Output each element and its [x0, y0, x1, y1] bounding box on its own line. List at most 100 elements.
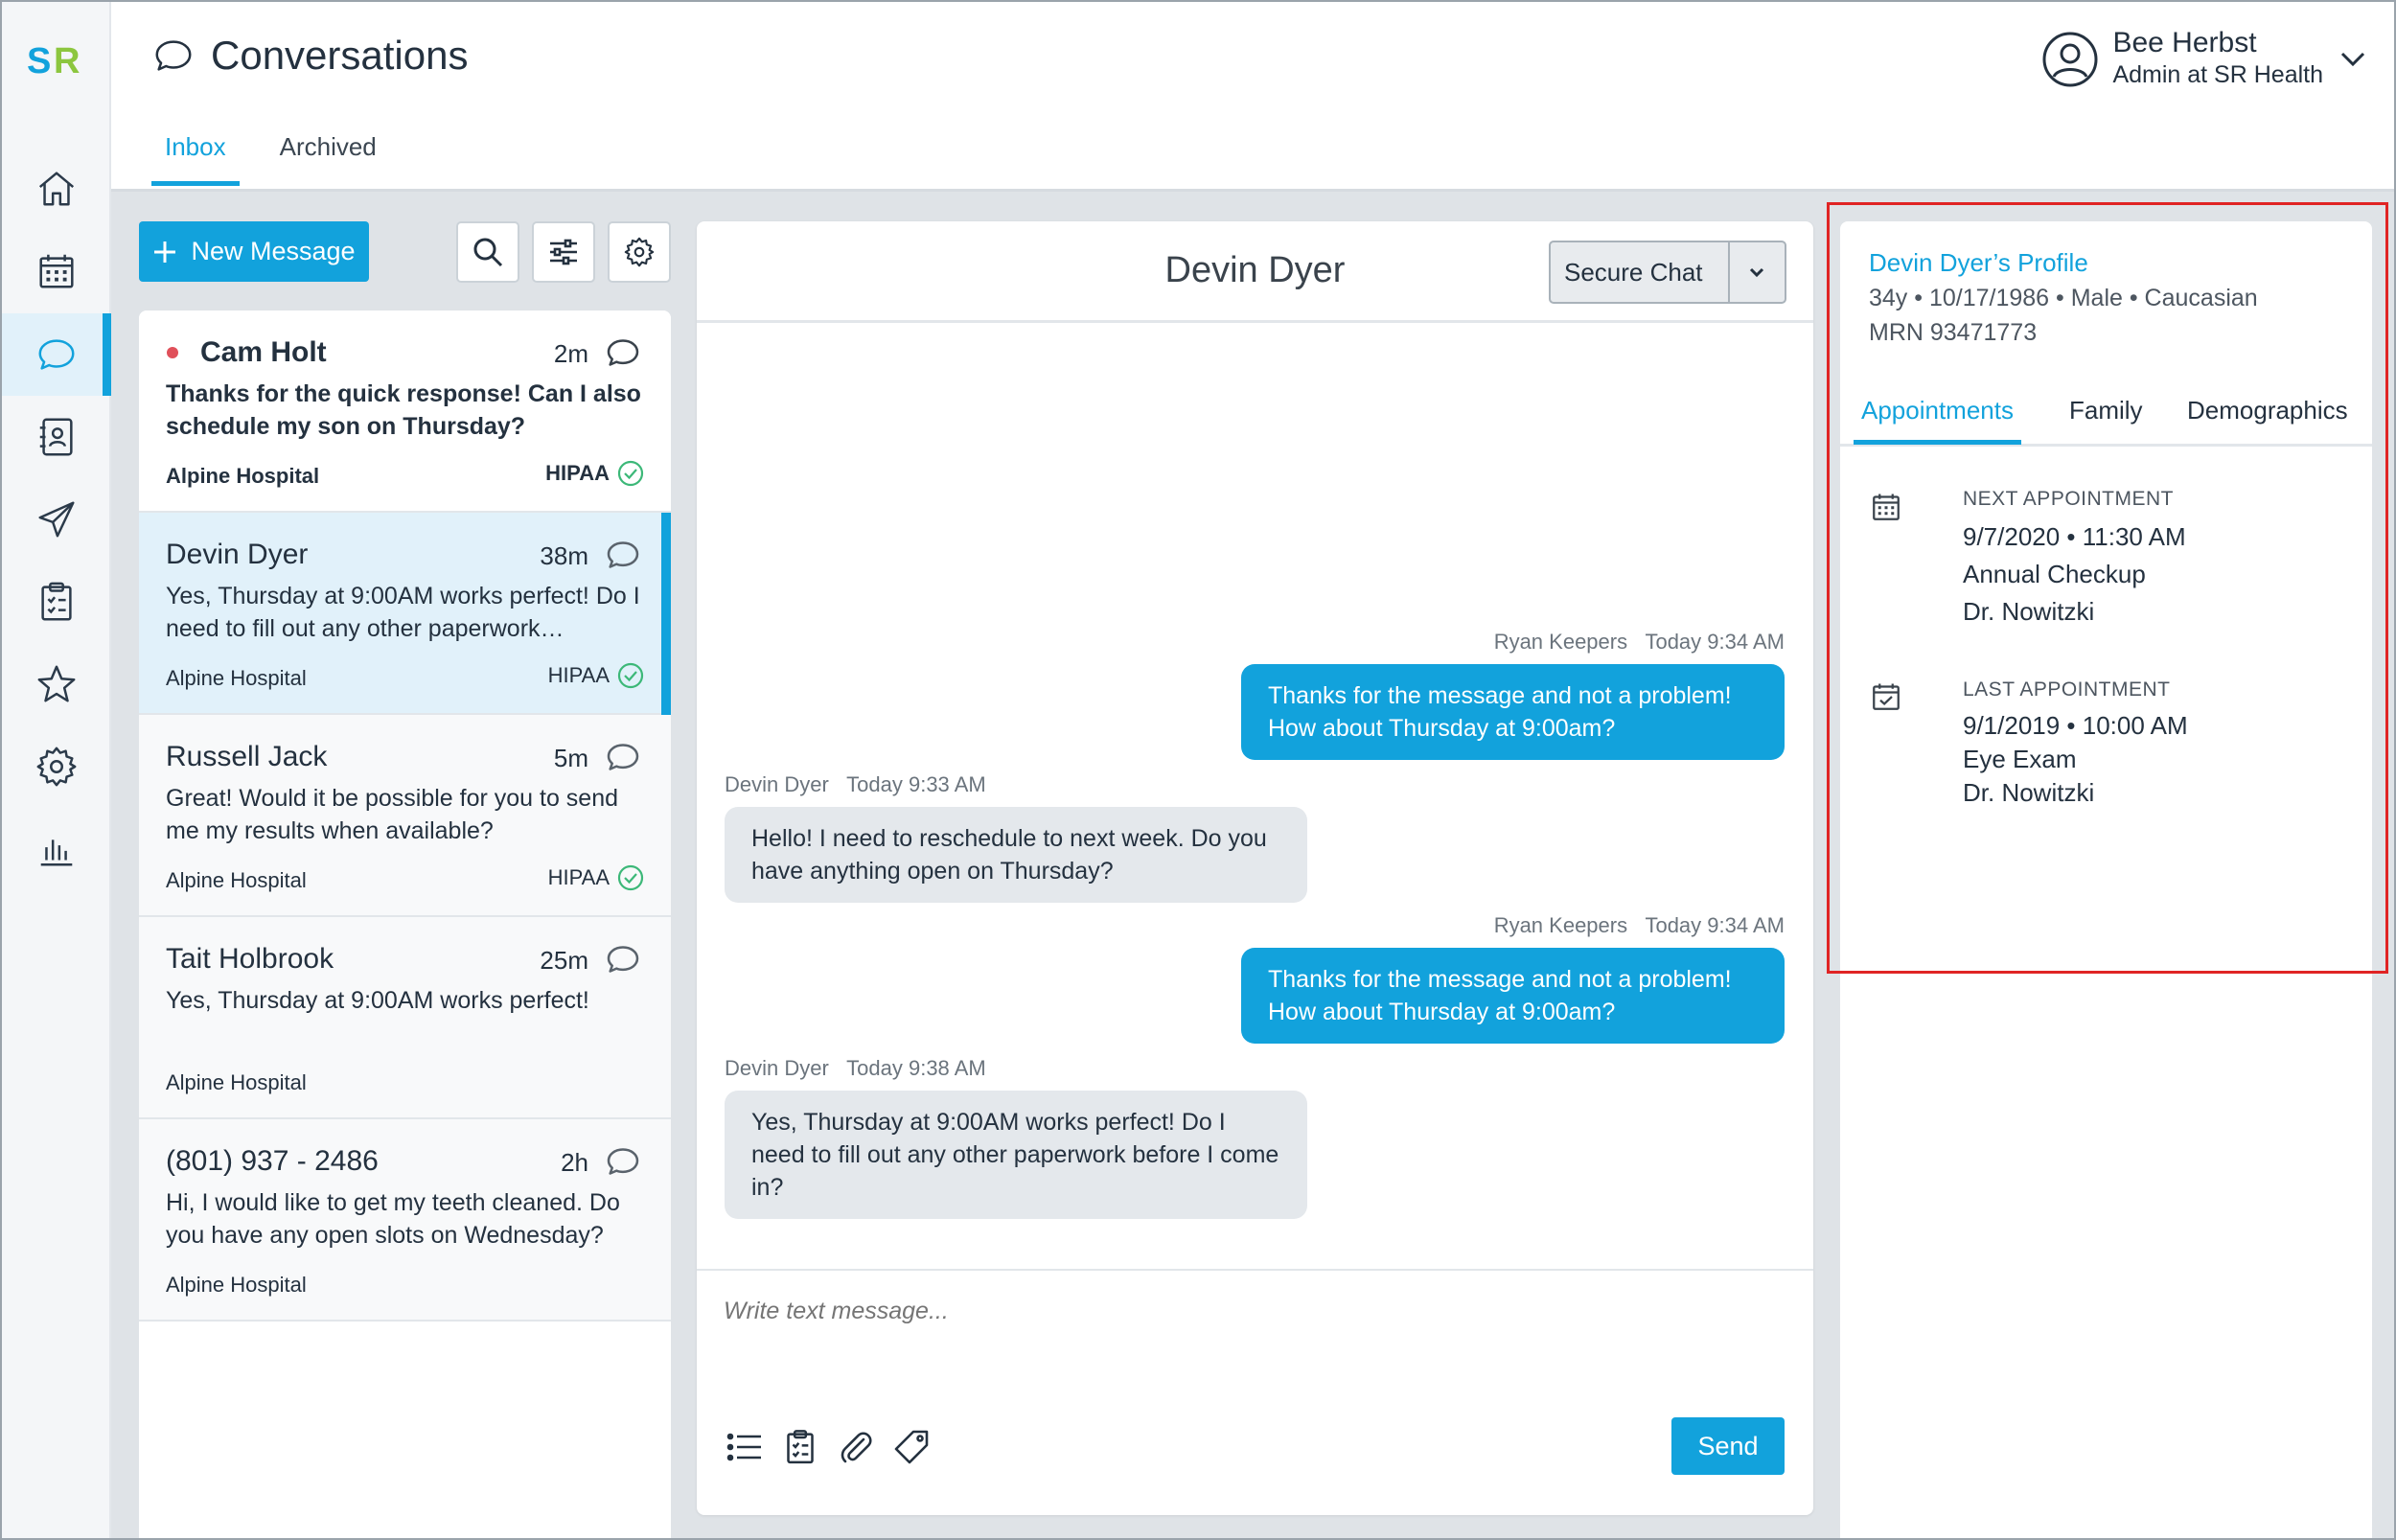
conversation-time: 38m [540, 541, 588, 570]
star-icon [37, 665, 76, 702]
message-composer: Send [697, 1269, 1813, 1515]
user-menu[interactable]: Bee Herbst Admin at SR Health [2041, 29, 2369, 89]
filter-button[interactable] [532, 221, 595, 283]
list-item[interactable]: Cam Holt 2m Thanks for the quick respons… [139, 310, 671, 513]
conversation-org: Alpine Hospital [166, 464, 320, 488]
list-item[interactable]: Russell Jack 5m Great! Would it be possi… [139, 715, 671, 917]
conversation-org: Alpine Hospital [166, 1273, 307, 1297]
list-item[interactable]: Devin Dyer 38m Yes, Thursday at 9:00AM w… [139, 513, 671, 715]
hipaa-badge: HIPAA [548, 662, 644, 689]
home-icon [38, 172, 75, 206]
sidebar: S R [2, 2, 111, 1538]
chat-icon [607, 1148, 639, 1175]
highlight-box [1827, 202, 2388, 974]
tab-archived[interactable]: Archived [280, 132, 377, 183]
channel-select-toggle[interactable] [1727, 242, 1785, 302]
chat-header: Devin Dyer Secure Chat [697, 221, 1813, 323]
conversation-time: 2m [553, 339, 588, 368]
templates-button[interactable] [724, 1426, 766, 1468]
contacts-icon [39, 418, 73, 456]
attach-button[interactable] [835, 1426, 877, 1468]
gear-icon [624, 237, 655, 267]
conversation-name: Cam Holt [200, 336, 327, 368]
page-title-group: Conversations [151, 33, 468, 79]
list-item[interactable]: (801) 937 - 2486 2h Hi, I would like to … [139, 1119, 671, 1322]
conversation-tabs: Inbox Archived [151, 132, 377, 186]
conversation-list: Cam Holt 2m Thanks for the quick respons… [139, 310, 671, 1538]
avatar-icon [2042, 32, 2098, 86]
message-bubble-outgoing: Thanks for the message and not a problem… [1241, 948, 1785, 1044]
message-time: Today 9:33 AM [846, 772, 986, 796]
app-window: S R Conversations Inbox Archived Bee Her… [0, 0, 2396, 1540]
plus-icon [154, 241, 176, 263]
chat-icon [155, 40, 192, 71]
message-meta: Ryan Keepers Today 9:34 AM [1494, 630, 1785, 655]
tag-icon [894, 1430, 929, 1464]
sidebar-item-home[interactable] [2, 148, 111, 230]
calendar-icon [39, 254, 74, 288]
message-meta: Devin Dyer Today 9:38 AM [725, 1056, 986, 1081]
chat-icon [607, 541, 639, 568]
message-bubble-incoming: Hello! I need to reschedule to next week… [725, 807, 1307, 903]
hipaa-badge: HIPAA [545, 460, 644, 487]
sidebar-item-conversations[interactable] [2, 313, 111, 396]
chat-panel: Devin Dyer Secure Chat Ryan Keepers Toda… [697, 221, 1813, 1515]
tab-inbox[interactable]: Inbox [151, 132, 240, 186]
user-name: Bee Herbst [2112, 27, 2257, 58]
channel-select[interactable]: Secure Chat [1549, 241, 1786, 304]
page-title: Conversations [211, 33, 469, 78]
check-circle-icon [617, 662, 644, 689]
check-circle-icon [617, 460, 644, 487]
conversation-preview: Yes, Thursday at 9:00AM works perfect! D… [166, 583, 640, 642]
search-icon [473, 238, 503, 267]
sidebar-item-forms[interactable] [2, 561, 111, 643]
svg-text:R: R [54, 42, 80, 77]
gear-icon [36, 747, 77, 787]
conversation-name: Russell Jack [166, 741, 328, 772]
conversation-preview: Great! Would it be possible for you to s… [166, 785, 619, 844]
conversation-org: Alpine Hospital [166, 868, 307, 892]
sidebar-item-reviews[interactable] [2, 643, 111, 725]
conversation-time: 5m [553, 744, 588, 772]
new-message-button[interactable]: New Message [139, 221, 369, 282]
conversation-preview: Yes, Thursday at 9:00AM works perfect! [166, 987, 589, 1014]
list-icon [726, 1433, 761, 1461]
sidebar-item-campaigns[interactable] [2, 478, 111, 561]
message-sender: Ryan Keepers [1493, 630, 1628, 654]
sidebar-item-contacts[interactable] [2, 396, 111, 478]
message-input[interactable] [724, 1298, 1778, 1325]
user-role: Admin at SR Health [2112, 61, 2323, 88]
message-bubble-outgoing: Thanks for the message and not a problem… [1241, 664, 1785, 760]
user-info: Bee Herbst Admin at SR Health [2112, 29, 2323, 89]
message-sender: Devin Dyer [725, 1056, 829, 1080]
forms-button[interactable] [779, 1426, 821, 1468]
chevron-down-icon [2340, 52, 2365, 66]
search-button[interactable] [456, 221, 519, 283]
sidebar-item-reports[interactable] [2, 808, 111, 890]
message-time: Today 9:38 AM [846, 1056, 986, 1080]
svg-text:S: S [27, 42, 51, 77]
list-item[interactable]: Tait Holbrook 25m Yes, Thursday at 9:00A… [139, 917, 671, 1119]
top-header: Conversations Inbox Archived Bee Herbst … [111, 2, 2394, 192]
bar-chart-icon [40, 839, 73, 866]
conversation-name: Tait Holbrook [166, 943, 334, 975]
message-meta: Devin Dyer Today 9:33 AM [725, 772, 986, 797]
check-circle-icon [617, 864, 644, 891]
chat-icon [607, 744, 639, 770]
send-button[interactable]: Send [1671, 1417, 1785, 1475]
conversation-name: Devin Dyer [166, 539, 309, 570]
sidebar-item-calendar[interactable] [2, 230, 111, 312]
chat-icon [607, 946, 639, 973]
chevron-down-icon [1750, 267, 1764, 278]
list-settings-button[interactable] [608, 221, 671, 283]
message-time: Today 9:34 AM [1645, 913, 1785, 937]
sidebar-item-settings[interactable] [2, 725, 111, 808]
conversation-preview: Hi, I would like to get my teeth cleaned… [166, 1189, 620, 1249]
send-icon [38, 501, 75, 538]
tag-button[interactable] [890, 1426, 933, 1468]
unread-indicator [167, 347, 178, 358]
sr-logo: S R [27, 42, 80, 77]
paperclip-icon [841, 1432, 872, 1463]
hipaa-label: HIPAA [547, 663, 610, 687]
conversation-org: Alpine Hospital [166, 1070, 307, 1094]
